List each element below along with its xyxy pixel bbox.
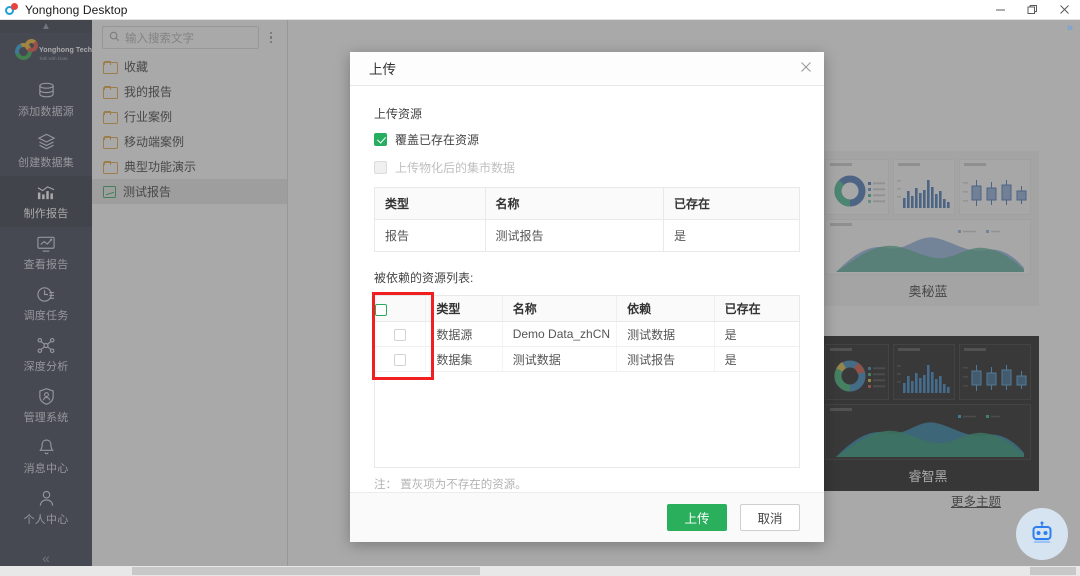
cell-name: 测试数据: [502, 347, 616, 372]
yonghong-logo-icon: [5, 3, 19, 17]
close-icon[interactable]: [800, 61, 812, 76]
select-all-cell[interactable]: [375, 296, 426, 322]
column-header-exists: 已存在: [664, 187, 800, 219]
checkbox-select-all[interactable]: [375, 304, 387, 316]
cell-exists: 是: [664, 219, 800, 251]
column-header-type: 类型: [426, 296, 502, 322]
cell-exists: 是: [714, 347, 799, 372]
option-upload-materialized-mart: 上传物化后的集市数据: [374, 159, 800, 176]
chevron-right-icon[interactable]: »: [1067, 22, 1073, 34]
dialog-footer: 上传 取消: [350, 492, 824, 542]
dialog-header: 上传: [350, 52, 824, 86]
column-header-dependency: 依赖: [617, 296, 715, 322]
minimize-icon[interactable]: [984, 0, 1016, 20]
maximize-icon[interactable]: [1016, 0, 1048, 20]
table-header-row: 类型 名称 已存在: [375, 187, 800, 219]
resource-table: 类型 名称 已存在 报告 测试报告 是: [374, 187, 800, 252]
dialog-note: 注： 置灰项为不存在的资源。: [374, 476, 800, 492]
cell-type: 数据集: [426, 347, 502, 372]
scrollbar-thumb[interactable]: [132, 567, 480, 575]
column-header-name: 名称: [502, 296, 616, 322]
window-controls: [984, 0, 1080, 20]
column-header-exists: 已存在: [714, 296, 799, 322]
cell-type: 数据源: [426, 322, 502, 347]
option-label: 上传物化后的集市数据: [395, 159, 515, 176]
table-header-row: 类型 名称 依赖 已存在: [375, 296, 799, 322]
window-titlebar: Yonghong Desktop: [0, 0, 1080, 20]
option-overwrite-existing[interactable]: 覆盖已存在资源: [374, 131, 800, 148]
cell-name: 测试报告: [485, 219, 664, 251]
upload-resource-label: 上传资源: [374, 105, 800, 122]
checkbox-overwrite-existing[interactable]: [374, 133, 387, 146]
checkbox-upload-materialized-mart: [374, 161, 387, 174]
table-row[interactable]: 数据源 Demo Data_zhCN 测试数据 是: [375, 322, 799, 347]
dialog-body: 上传资源 覆盖已存在资源 上传物化后的集市数据 类型 名称 已存在: [350, 86, 824, 492]
scrollbar-thumb-secondary[interactable]: [1030, 567, 1076, 575]
dependency-table: 类型 名称 依赖 已存在 数据源 Demo Data_zhCN: [374, 295, 800, 468]
dependency-list-label: 被依赖的资源列表:: [374, 269, 800, 286]
application-window: Yonghong Desktop ▲ Yonghon: [0, 0, 1080, 576]
row-select-cell[interactable]: [375, 322, 426, 347]
cell-dependency: 测试数据: [617, 322, 715, 347]
chatbot-assistant-button[interactable]: [1016, 508, 1068, 560]
row-select-cell[interactable]: [375, 347, 426, 372]
cell-type: 报告: [375, 219, 486, 251]
table-row[interactable]: 数据集 测试数据 测试报告 是: [375, 347, 799, 372]
option-label: 覆盖已存在资源: [395, 131, 479, 148]
checkbox-row-select[interactable]: [394, 354, 406, 366]
upload-dialog: 上传 上传资源 覆盖已存在资源 上传物化后的集市数据: [350, 52, 824, 542]
robot-assistant-icon: [1027, 519, 1057, 549]
cell-dependency: 测试报告: [617, 347, 715, 372]
cell-exists: 是: [714, 322, 799, 347]
upload-button[interactable]: 上传: [667, 504, 727, 531]
cancel-button[interactable]: 取消: [740, 504, 800, 531]
dialog-title: 上传: [369, 58, 396, 78]
column-header-name: 名称: [485, 187, 664, 219]
window-title: Yonghong Desktop: [25, 3, 128, 17]
table-row: 报告 测试报告 是: [375, 219, 800, 251]
cell-name: Demo Data_zhCN: [502, 322, 616, 347]
close-icon[interactable]: [1048, 0, 1080, 20]
horizontal-scrollbar[interactable]: [0, 566, 1080, 576]
column-header-type: 类型: [375, 187, 486, 219]
checkbox-row-select[interactable]: [394, 329, 406, 341]
